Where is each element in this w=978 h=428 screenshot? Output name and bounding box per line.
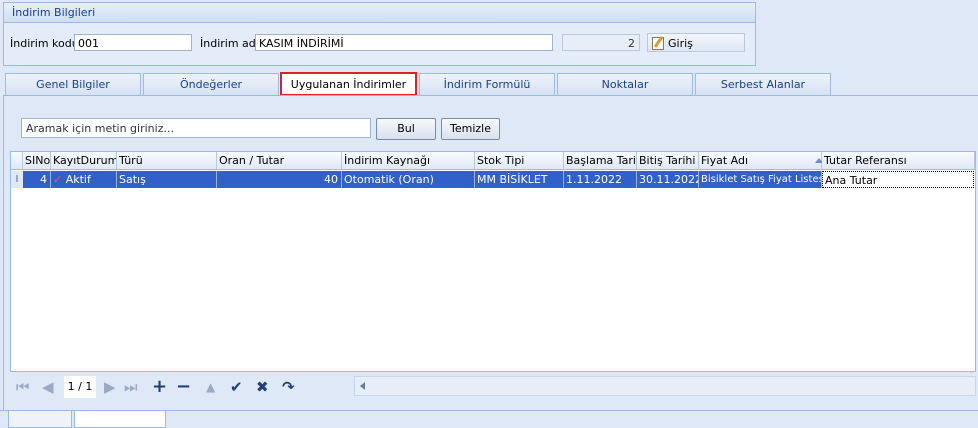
page-indicator: 1 / 1 xyxy=(64,376,96,398)
bottom-tab-strip xyxy=(0,410,978,428)
cell-kayitdurumu[interactable]: ✓ Aktif xyxy=(51,171,117,188)
remove-icon[interactable]: − xyxy=(176,378,191,396)
cell-sino[interactable]: 4 xyxy=(23,171,51,188)
discount-info-group: İndirim Bilgileri İndirim kodu 001 İndir… xyxy=(3,2,756,66)
col-header-sino[interactable]: SINo xyxy=(23,152,51,170)
cancel-icon[interactable]: ✖ xyxy=(256,378,269,396)
cell-bitis-tarihi[interactable]: 30.11.2022 xyxy=(637,171,699,188)
discount-code-label: İndirim kodu xyxy=(10,37,79,50)
col-header-kayitdurumu[interactable]: KayıtDurumu xyxy=(51,152,117,170)
tab-genel-bilgiler[interactable]: Genel Bilgiler xyxy=(5,73,141,95)
cell-indirim-kaynagi[interactable]: Otomatik (Oran) xyxy=(342,171,475,188)
cell-fiyat-adi[interactable]: Bisiklet Satış Fiyat Listesi xyxy=(699,171,822,188)
cell-turu[interactable]: Satış xyxy=(117,171,217,188)
up-icon[interactable]: ▲ xyxy=(206,378,215,396)
col-header-turu[interactable]: Türü xyxy=(117,152,217,170)
prev-icon[interactable]: ◀ xyxy=(42,378,54,396)
col-header-indirim-kaynagi[interactable]: İndirim Kaynağı xyxy=(342,152,475,170)
bottom-tab-1[interactable] xyxy=(8,411,72,428)
tab-serbest-alanlar[interactable]: Serbest Alanlar xyxy=(695,73,831,95)
search-input[interactable]: Aramak için metin giriniz... xyxy=(21,118,371,138)
discount-name-label: İndirim adı xyxy=(200,37,259,50)
discount-code-field[interactable]: 001 xyxy=(74,34,192,51)
row-indicator-header xyxy=(11,152,23,170)
col-header-stok-tipi[interactable]: Stok Tipi xyxy=(475,152,564,170)
count-field: 2 xyxy=(562,34,640,51)
add-icon[interactable]: + xyxy=(152,378,167,396)
edit-icon xyxy=(652,37,664,50)
col-header-oran-tutar[interactable]: Oran / Tutar xyxy=(217,152,342,170)
scroll-left-icon[interactable] xyxy=(360,382,365,390)
col-header-fiyat-adi[interactable]: Fiyat Adı xyxy=(699,152,822,170)
bottom-tab-2[interactable] xyxy=(74,411,166,428)
col-header-tutar-referansi[interactable]: Tutar Referansı xyxy=(822,152,975,170)
first-icon[interactable]: ⏮ xyxy=(16,378,30,396)
discount-name-field[interactable]: KASIM İNDİRİMİ xyxy=(255,34,553,51)
status-text: Aktif xyxy=(65,173,91,186)
data-navigator: ⏮ ◀ 1 / 1 ▶ ⏭ + − ▲ ✔ ✖ ↷ xyxy=(12,376,354,398)
group-title: İndirim Bilgileri xyxy=(4,3,755,23)
next-icon[interactable]: ▶ xyxy=(104,378,116,396)
check-icon: ✓ xyxy=(53,173,63,186)
tab-indirim-formulu[interactable]: İndirim Formülü xyxy=(419,73,555,95)
col-header-baslama-tarihi[interactable]: Başlama Tarihi xyxy=(564,152,637,170)
tab-noktalar[interactable]: Noktalar xyxy=(557,73,693,95)
horizontal-scrollbar[interactable] xyxy=(354,376,976,396)
cell-stok-tipi[interactable]: MM BİSİKLET xyxy=(475,171,564,188)
cell-oran-tutar[interactable]: 40 xyxy=(217,171,342,188)
giris-label: Giriş xyxy=(668,37,693,50)
tab-uygulanan-indirimler[interactable]: Uygulanan İndirimler xyxy=(280,72,417,96)
find-button[interactable]: Bul xyxy=(376,118,436,140)
cell-tutar-referansi[interactable]: Ana Tutar xyxy=(822,171,974,188)
last-icon[interactable]: ⏭ xyxy=(124,378,138,396)
confirm-icon[interactable]: ✔ xyxy=(230,378,243,396)
clear-button[interactable]: Temizle xyxy=(441,118,500,140)
cell-baslama-tarihi[interactable]: 1.11.2022 xyxy=(564,171,637,188)
refresh-icon[interactable]: ↷ xyxy=(282,378,295,396)
discounts-grid: SINo KayıtDurumu Türü Oran / Tutar İndir… xyxy=(10,151,976,372)
giris-button[interactable]: Giriş xyxy=(647,33,745,52)
tab-ondegerler[interactable]: Öndeğerler xyxy=(143,73,279,95)
col-header-bitis-tarihi[interactable]: Bitiş Tarihi xyxy=(637,152,699,170)
